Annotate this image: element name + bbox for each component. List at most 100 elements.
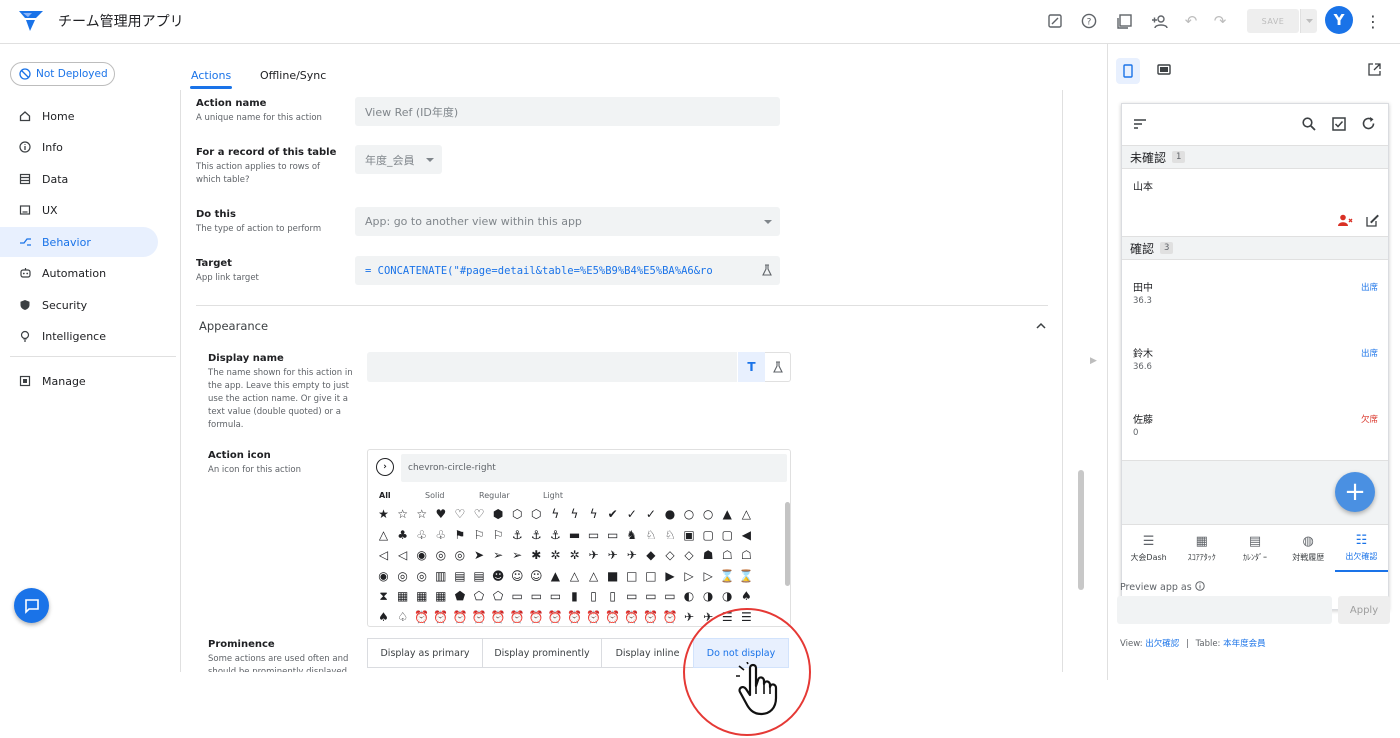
icon-option-icon[interactable]: ⚓ <box>527 529 546 541</box>
nav-item-manage[interactable]: Manage <box>0 366 158 396</box>
icon-option-icon[interactable]: ▬ <box>565 529 584 541</box>
icon-option-icon[interactable]: ◎ <box>412 570 431 582</box>
icon-option-icon[interactable]: ◎ <box>431 549 450 561</box>
icon-option-icon[interactable]: ▭ <box>641 590 660 602</box>
icon-option-icon[interactable]: ⏰ <box>431 611 450 623</box>
icon-option-icon[interactable]: ☰ <box>718 611 737 623</box>
icon-option-icon[interactable]: ▲ <box>546 570 565 582</box>
group-header-unconfirmed[interactable]: 未確認 1 <box>1122 145 1388 169</box>
icon-option-icon[interactable]: △ <box>565 570 584 582</box>
icon-option-icon[interactable]: ▷ <box>680 570 699 582</box>
display-as-primary-option[interactable]: Display as primary <box>367 638 483 668</box>
icon-option-icon[interactable]: ☗ <box>699 549 718 561</box>
icon-option-icon[interactable]: ▶ <box>660 570 679 582</box>
icon-option-icon[interactable]: ☆ <box>393 508 412 520</box>
nav-item-home[interactable]: Home <box>0 101 158 131</box>
icon-option-icon[interactable]: ➢ <box>489 549 508 561</box>
icon-option-icon[interactable]: ◆ <box>641 549 660 561</box>
bottom-tab-calendar[interactable]: ▤ ｶﾚﾝﾀﾞｰ <box>1228 525 1281 572</box>
icon-option-icon[interactable]: ▦ <box>412 590 431 602</box>
icon-option-icon[interactable]: ▭ <box>622 590 641 602</box>
icon-option-icon[interactable]: ◇ <box>680 549 699 561</box>
icon-option-icon[interactable]: △ <box>584 570 603 582</box>
icon-option-icon[interactable]: ▤ <box>469 570 488 582</box>
icon-option-icon[interactable]: ♞ <box>622 529 641 541</box>
display-name-input[interactable] <box>367 352 737 382</box>
chat-button[interactable] <box>14 588 49 623</box>
mobile-preview-button[interactable] <box>1116 58 1140 84</box>
icon-option-icon[interactable]: ✈ <box>603 549 622 561</box>
action-type-select[interactable]: App: go to another view within this app <box>355 207 780 236</box>
icon-option-icon[interactable]: ▮ <box>565 590 584 602</box>
icon-option-icon[interactable]: ♣ <box>393 529 412 541</box>
group-header-confirmed[interactable]: 確認 3 <box>1122 236 1388 260</box>
icon-option-icon[interactable]: ✓ <box>641 508 660 520</box>
icon-option-icon[interactable]: ◎ <box>393 570 412 582</box>
icon-option-icon[interactable]: ☆ <box>412 508 431 520</box>
icon-option-icon[interactable]: ▥ <box>431 570 450 582</box>
icon-option-icon[interactable]: ◁ <box>374 549 393 561</box>
chevron-up-icon[interactable] <box>1036 322 1046 329</box>
icon-option-icon[interactable]: ✔ <box>603 508 622 520</box>
icon-option-icon[interactable]: ■ <box>603 570 622 582</box>
icon-option-icon[interactable]: ✲ <box>546 549 565 561</box>
icon-option-icon[interactable]: ▢ <box>718 529 737 541</box>
icon-option-icon[interactable]: ϟ <box>584 508 603 520</box>
icon-option-icon[interactable]: ⧗ <box>374 590 393 602</box>
nav-item-behavior[interactable]: Behavior <box>0 227 158 257</box>
icon-option-icon[interactable]: ▷ <box>699 570 718 582</box>
icon-option-icon[interactable]: ▦ <box>393 590 412 602</box>
icon-option-icon[interactable]: ○ <box>680 508 699 520</box>
icon-style-solid[interactable]: Solid <box>425 491 445 500</box>
undo-icon[interactable]: ↶ <box>1180 10 1202 32</box>
save-options-chevron-down-icon[interactable] <box>1300 9 1317 33</box>
icon-option-icon[interactable]: ✈ <box>699 611 718 623</box>
text-mode-button[interactable]: T <box>738 352 765 382</box>
icon-option-icon[interactable]: ⏰ <box>489 611 508 623</box>
icon-option-icon[interactable]: ⏰ <box>660 611 679 623</box>
icon-option-icon[interactable]: ▯ <box>603 590 622 602</box>
icon-option-icon[interactable]: ✈ <box>584 549 603 561</box>
icon-option-icon[interactable]: ◉ <box>412 549 431 561</box>
icon-option-icon[interactable]: ⚑ <box>450 529 469 541</box>
icon-option-icon[interactable]: ✈ <box>680 611 699 623</box>
icon-option-icon[interactable]: ⏰ <box>603 611 622 623</box>
icon-option-icon[interactable]: ◑ <box>699 590 718 602</box>
editor-icon[interactable] <box>1044 10 1066 32</box>
docs-icon[interactable] <box>1113 10 1135 32</box>
icon-option-icon[interactable]: ▣ <box>680 529 699 541</box>
share-user-icon[interactable] <box>1148 10 1170 32</box>
main-scrollbar[interactable] <box>1078 470 1084 590</box>
icon-option-icon[interactable]: ⌛ <box>718 570 737 582</box>
icon-option-icon[interactable]: ⬡ <box>508 508 527 520</box>
icon-option-icon[interactable]: △ <box>374 529 393 541</box>
icon-option-icon[interactable]: ϟ <box>565 508 584 520</box>
sort-icon[interactable] <box>1133 118 1147 130</box>
icon-option-icon[interactable]: ⏰ <box>412 611 431 623</box>
collapse-preview-icon[interactable]: ▶ <box>1090 356 1097 366</box>
icon-option-icon[interactable]: ▯ <box>584 590 603 602</box>
table-select[interactable]: 年度_会員 <box>355 145 442 174</box>
icon-option-icon[interactable]: ⬢ <box>489 508 508 520</box>
icon-option-icon[interactable]: ♤ <box>393 611 412 623</box>
icon-search-input[interactable]: chevron-circle-right <box>401 454 787 482</box>
add-button[interactable]: + <box>1335 472 1375 512</box>
bottom-tab-attendance[interactable]: ☷ 出欠確認 <box>1334 525 1388 572</box>
view-link[interactable]: 出欠確認 <box>1145 639 1179 649</box>
icon-option-icon[interactable]: ♠ <box>374 611 393 623</box>
icon-option-icon[interactable]: ☺ <box>508 570 527 582</box>
formula-mode-button[interactable] <box>765 352 791 382</box>
icon-option-icon[interactable]: ◐ <box>680 590 699 602</box>
icon-option-icon[interactable]: ♥ <box>431 508 450 520</box>
list-item[interactable]: 田中 36.3 出席 <box>1122 262 1388 329</box>
icon-option-icon[interactable]: ♡ <box>469 508 488 520</box>
icon-option-icon[interactable]: ☻ <box>489 570 508 582</box>
icon-option-icon[interactable]: ▭ <box>527 590 546 602</box>
icon-option-icon[interactable]: ⚐ <box>469 529 488 541</box>
icon-option-icon[interactable]: ◇ <box>660 549 679 561</box>
icon-option-icon[interactable]: ♧ <box>412 529 431 541</box>
icon-option-icon[interactable]: ✓ <box>622 508 641 520</box>
icon-option-icon[interactable]: ♡ <box>450 508 469 520</box>
icon-option-icon[interactable]: ☺ <box>527 570 546 582</box>
icon-style-all[interactable]: All <box>379 491 391 500</box>
